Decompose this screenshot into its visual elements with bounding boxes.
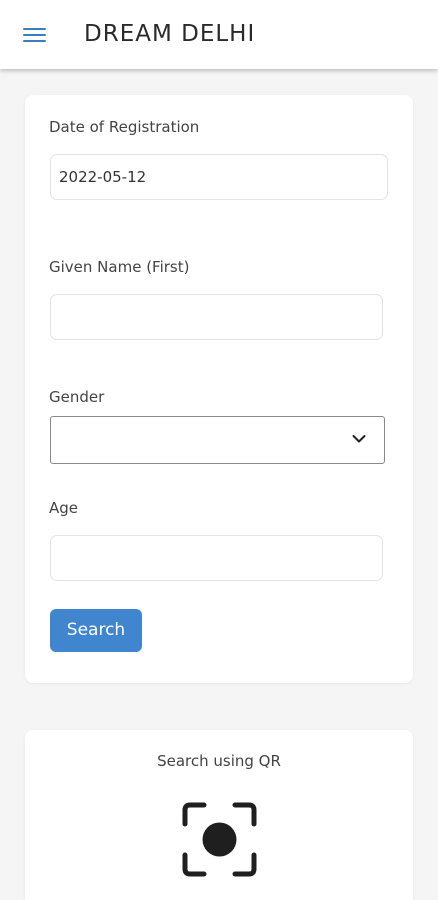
search-button[interactable]: Search	[50, 609, 142, 652]
qr-search-title: Search using QR	[157, 752, 281, 770]
age-field[interactable]	[50, 535, 383, 581]
gender-select[interactable]	[50, 416, 385, 464]
given-name-field[interactable]	[50, 294, 383, 340]
age-label: Age	[49, 499, 79, 517]
gender-label: Gender	[49, 388, 105, 406]
qr-scan-icon[interactable]	[182, 802, 257, 877]
date-of-registration-field[interactable]: 2022-05-12	[50, 154, 388, 200]
app-bar: DREAM DELHI	[0, 0, 438, 69]
hamburger-menu-icon[interactable]	[23, 24, 47, 46]
chevron-down-icon	[352, 435, 366, 443]
given-name-label: Given Name (First)	[49, 258, 190, 276]
date-of-registration-label: Date of Registration	[49, 118, 200, 136]
app-title: DREAM DELHI	[84, 21, 256, 47]
